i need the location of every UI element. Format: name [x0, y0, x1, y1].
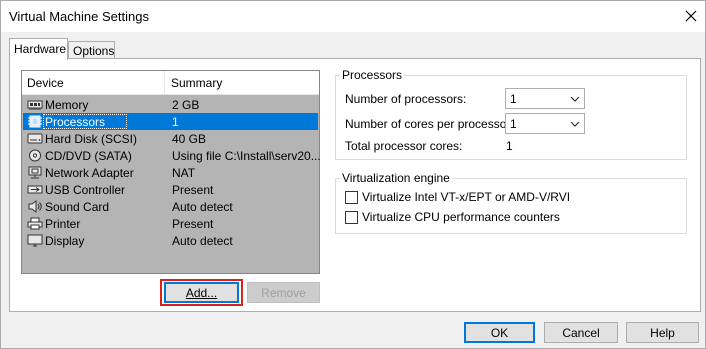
- virtual-machine-settings-dialog: Virtual Machine Settings Hardware Option…: [0, 0, 706, 349]
- ok-button[interactable]: OK: [464, 322, 535, 343]
- device-name: Printer: [45, 217, 81, 231]
- device-summary: Auto detect: [172, 200, 233, 214]
- device-summary: Present: [172, 183, 214, 197]
- tab-hardware[interactable]: Hardware: [9, 38, 68, 60]
- tab-hardware-label: Hardware: [14, 42, 67, 56]
- close-icon: [685, 10, 697, 22]
- remove-button[interactable]: Remove: [247, 282, 320, 303]
- num-processors-value: 1: [510, 92, 517, 106]
- processors-group-title: Processors: [340, 68, 405, 82]
- chevron-down-icon: [570, 96, 580, 102]
- virtualize-vtx-checkbox[interactable]: [345, 191, 358, 204]
- device-row-hard-disk[interactable]: Hard Disk (SCSI) 40 GB: [23, 130, 318, 147]
- total-cores-label: Total processor cores:: [345, 139, 463, 153]
- device-name: Memory: [45, 98, 89, 112]
- add-button[interactable]: Add...: [164, 282, 239, 303]
- help-button-label: Help: [650, 326, 675, 340]
- device-summary: 2 GB: [172, 98, 200, 112]
- device-row-sound-card[interactable]: Sound Card Auto detect: [23, 198, 318, 215]
- usb-icon: [27, 185, 43, 194]
- cores-per-processor-label: Number of cores per processor:: [345, 117, 514, 131]
- virtualization-engine-group: [335, 178, 687, 234]
- device-row-display[interactable]: Display Auto detect: [23, 232, 318, 249]
- chevron-down-icon: [570, 121, 580, 127]
- window-title: Virtual Machine Settings: [9, 9, 149, 24]
- add-button-label: Add...: [185, 286, 218, 300]
- tab-options-label: Options: [73, 44, 115, 58]
- virtualize-perf-counters-label[interactable]: Virtualize CPU performance counters: [362, 210, 560, 224]
- device-name: Sound Card: [45, 200, 110, 214]
- cd-dvd-icon: [29, 149, 41, 162]
- column-header-summary[interactable]: Summary: [171, 76, 222, 90]
- device-summary: 1: [172, 115, 179, 129]
- device-row-memory[interactable]: Memory 2 GB: [23, 96, 318, 113]
- cores-per-processor-value: 1: [510, 117, 517, 131]
- device-summary: Using file C:\Install\serv20...: [172, 149, 321, 163]
- speaker-icon: [28, 200, 42, 213]
- device-list[interactable]: Device Summary Memory 2 GB Processors 1 …: [21, 70, 321, 274]
- device-summary: Present: [172, 217, 214, 231]
- help-button[interactable]: Help: [626, 322, 699, 343]
- hard-disk-icon: [27, 133, 43, 144]
- device-row-processors[interactable]: Processors 1: [23, 113, 318, 130]
- device-summary: NAT: [172, 166, 196, 180]
- device-summary: Auto detect: [172, 234, 233, 248]
- total-cores-value: 1: [506, 139, 513, 153]
- title-bar: Virtual Machine Settings: [1, 1, 705, 32]
- close-button[interactable]: [677, 3, 705, 29]
- device-row-usb-controller[interactable]: USB Controller Present: [23, 181, 318, 198]
- device-name: CD/DVD (SATA): [45, 149, 132, 163]
- device-name: Display: [45, 234, 85, 248]
- cores-per-processor-select[interactable]: 1: [505, 113, 585, 134]
- device-name: Hard Disk (SCSI): [45, 132, 138, 146]
- virtualize-vtx-label[interactable]: Virtualize Intel VT-x/EPT or AMD-V/RVI: [362, 190, 570, 204]
- device-row-network-adapter[interactable]: Network Adapter NAT: [23, 164, 318, 181]
- num-processors-select[interactable]: 1: [505, 88, 585, 109]
- processor-icon: [28, 115, 42, 128]
- display-icon: [27, 234, 43, 247]
- virtualize-perf-counters-checkbox[interactable]: [345, 211, 358, 224]
- ok-button-label: OK: [490, 326, 509, 340]
- device-name: USB Controller: [45, 183, 126, 197]
- remove-button-label: Remove: [261, 286, 306, 300]
- device-row-printer[interactable]: Printer Present: [23, 215, 318, 232]
- column-divider[interactable]: [164, 71, 165, 95]
- num-processors-label: Number of processors:: [345, 92, 467, 106]
- cancel-button[interactable]: Cancel: [544, 322, 618, 343]
- tab-options[interactable]: Options: [68, 41, 115, 59]
- device-summary: 40 GB: [172, 132, 207, 146]
- network-adapter-icon: [28, 166, 42, 179]
- virtualization-engine-group-title: Virtualization engine: [340, 171, 452, 185]
- device-name: Processors: [45, 115, 106, 129]
- column-header-device[interactable]: Device: [27, 76, 64, 90]
- printer-icon: [27, 217, 43, 230]
- memory-icon: [27, 100, 43, 110]
- device-name: Network Adapter: [45, 166, 134, 180]
- cancel-button-label: Cancel: [562, 326, 600, 340]
- device-row-cd-dvd[interactable]: CD/DVD (SATA) Using file C:\Install\serv…: [23, 147, 321, 164]
- device-list-header: Device Summary: [22, 71, 319, 95]
